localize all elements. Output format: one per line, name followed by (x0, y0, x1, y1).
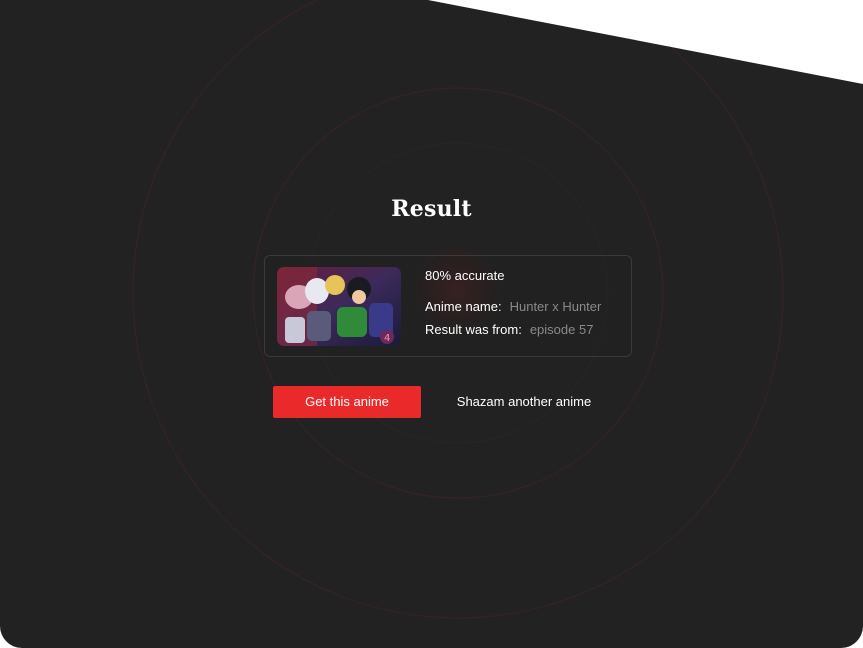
page-title: Result (391, 196, 472, 222)
accuracy-text: 80% accurate (425, 268, 505, 283)
anime-thumbnail: 4 (277, 267, 401, 346)
result-card: 4 80% accurate Anime name: Hunter x Hunte… (264, 255, 632, 357)
shazam-another-anime-button[interactable]: Shazam another anime (436, 386, 612, 418)
anime-name-row: Anime name: Hunter x Hunter (425, 299, 601, 314)
anime-name-value: Hunter x Hunter (509, 299, 602, 314)
svg-text:4: 4 (384, 333, 390, 344)
source-label: Result was from: (425, 322, 522, 337)
anime-name-label: Anime name: (425, 299, 502, 314)
source-row: Result was from: episode 57 (425, 322, 593, 337)
page: Result 4 80% accurate Anime name: Hunter… (0, 0, 863, 648)
source-value: episode 57 (529, 322, 594, 337)
get-this-anime-button[interactable]: Get this anime (273, 386, 421, 418)
dark-panel: Result 4 80% accurate Anime name: Hunter… (0, 0, 863, 648)
